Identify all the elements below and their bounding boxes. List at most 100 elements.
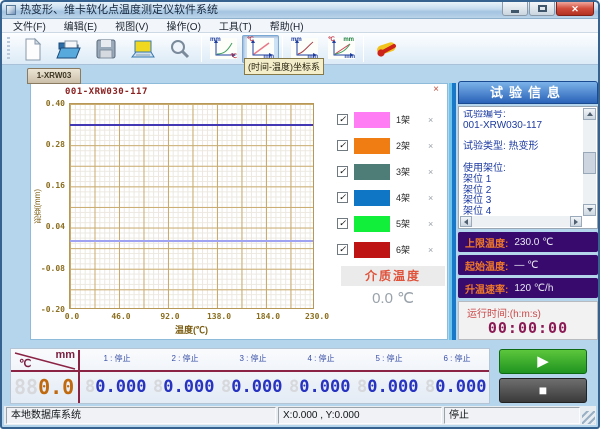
- mini-x-label: ℃: [230, 54, 237, 60]
- info-line: 001-XRW030-117: [463, 121, 581, 132]
- row-value: 120 ℃/h: [514, 283, 553, 294]
- channel-4: 4 : 停止 80.000: [288, 349, 354, 403]
- channel-display: 80.000: [85, 377, 146, 397]
- row-value: 230.0 ℃: [514, 237, 553, 248]
- y-tick: -0.08: [33, 264, 65, 273]
- channel-status: 5 : 停止: [356, 353, 422, 364]
- data-line-baseline: [70, 240, 313, 242]
- legend-swatch: [354, 242, 390, 258]
- new-file-button[interactable]: [13, 35, 50, 63]
- legend-checkbox[interactable]: ✓: [337, 114, 348, 125]
- info-line: 架位 1: [463, 175, 581, 186]
- channel-status: 1 : 停止: [84, 353, 150, 364]
- time-deform-chart-icon: mm min: [291, 38, 318, 59]
- x-tick: 46.0: [106, 312, 136, 321]
- legend-remove-icon[interactable]: ×: [428, 115, 433, 125]
- legend-checkbox[interactable]: ✓: [337, 218, 348, 229]
- check-icon: ✓: [339, 114, 347, 124]
- menu-help[interactable]: 帮助(H): [267, 18, 307, 33]
- ghost-digit: 8: [357, 377, 367, 397]
- minimize-icon: [511, 10, 519, 13]
- start-button[interactable]: ▶: [499, 349, 587, 374]
- combined-chart-icon: ℃ mm min: [328, 38, 355, 59]
- menu-tools[interactable]: 工具(T): [216, 18, 255, 33]
- vertical-scrollbar[interactable]: [583, 108, 596, 216]
- check-icon: ✓: [339, 244, 347, 254]
- stop-icon: ■: [539, 382, 547, 398]
- plot-area[interactable]: [69, 103, 314, 309]
- scrollbar-thumb[interactable]: [583, 152, 596, 174]
- menu-file[interactable]: 文件(F): [10, 18, 49, 33]
- open-file-button[interactable]: [50, 35, 87, 63]
- stop-button[interactable]: ■: [499, 378, 587, 403]
- legend-remove-icon[interactable]: ×: [428, 167, 433, 177]
- zoom-button[interactable]: [161, 35, 198, 63]
- x-tick: 92.0: [155, 312, 185, 321]
- status-database: 本地数据库系统: [6, 407, 276, 424]
- mini-x-label: min: [344, 54, 355, 60]
- app-icon: [6, 5, 16, 15]
- title-bar[interactable]: 热变形、维卡软化点温度测定仪软件系统 ✕: [2, 2, 598, 19]
- scroll-up-icon[interactable]: [583, 108, 596, 120]
- channel-status: 2 : 停止: [152, 353, 218, 364]
- save-button[interactable]: [87, 35, 124, 63]
- scroll-left-icon[interactable]: [460, 216, 472, 227]
- chart-panel: × 001-XRW030-117 形变(mm) 0.40 0.28 0.16 0…: [30, 83, 448, 340]
- legend-checkbox[interactable]: ✓: [337, 166, 348, 177]
- heating-rate-row: 升温速率: 120 ℃/h: [458, 278, 598, 298]
- scroll-right-icon[interactable]: [570, 216, 582, 227]
- channel-1: 1 : 停止 80.000: [84, 349, 150, 403]
- channel-status: 3 : 停止: [220, 353, 286, 364]
- legend-row: ✓ 5架 ×: [337, 215, 433, 232]
- legend-swatch: [354, 190, 390, 206]
- toolbar-grip[interactable]: [7, 37, 10, 61]
- legend-swatch: [354, 216, 390, 232]
- legend-checkbox[interactable]: ✓: [337, 192, 348, 203]
- open-folder-icon: [56, 37, 82, 61]
- ghost-digit: 8: [289, 377, 299, 397]
- check-icon: ✓: [339, 166, 347, 176]
- legend-remove-icon[interactable]: ×: [428, 141, 433, 151]
- play-icon: ▶: [537, 353, 549, 370]
- legend-checkbox[interactable]: ✓: [337, 140, 348, 151]
- minimize-button[interactable]: [502, 2, 528, 16]
- test-info-header: 试验信息: [458, 81, 598, 104]
- channel-value: 0.000: [299, 377, 350, 397]
- menu-edit[interactable]: 编辑(E): [61, 18, 100, 33]
- toolbar-separator: [363, 36, 364, 62]
- window-controls: ✕: [501, 2, 594, 16]
- menu-view[interactable]: 视图(V): [112, 18, 151, 33]
- close-button[interactable]: ✕: [556, 2, 594, 16]
- temperature-value: 0.0: [38, 375, 74, 399]
- report-button[interactable]: [124, 35, 161, 63]
- chart-close-icon[interactable]: ×: [433, 84, 439, 95]
- coord-deform-temp-button[interactable]: mm ℃: [205, 35, 242, 63]
- legend-checkbox[interactable]: ✓: [337, 244, 348, 255]
- scroll-down-icon[interactable]: [583, 204, 596, 216]
- menu-operate[interactable]: 操作(O): [163, 18, 203, 33]
- close-icon: ✕: [571, 3, 579, 15]
- legend-label: 5架: [396, 217, 418, 230]
- maximize-button[interactable]: [529, 2, 555, 16]
- horizontal-scrollbar[interactable]: [460, 216, 582, 227]
- legend-row: ✓ 2架 ×: [337, 137, 433, 154]
- check-icon: ✓: [339, 218, 347, 228]
- resize-grip[interactable]: [582, 411, 595, 424]
- thermometer-button[interactable]: [367, 35, 404, 63]
- mini-y-label: mm: [291, 37, 302, 43]
- channel-2: 2 : 停止 80.000: [152, 349, 218, 403]
- temp-unit-label: ℃: [19, 357, 31, 370]
- legend-remove-icon[interactable]: ×: [428, 193, 433, 203]
- status-run-state: 停止: [444, 407, 580, 424]
- document-tab[interactable]: 1-XRW03: [27, 68, 81, 84]
- y-tick: 0.04: [33, 222, 65, 231]
- channel-status: 6 : 停止: [424, 353, 490, 364]
- legend-remove-icon[interactable]: ×: [428, 245, 433, 255]
- row-value: — ℃: [514, 260, 538, 271]
- runtime-box: 运行时间:(h:m:s) 00:00:00: [458, 301, 598, 340]
- panel-splitter[interactable]: [449, 83, 456, 340]
- coord-combined-button[interactable]: ℃ mm min: [323, 35, 360, 63]
- report-laptop-icon: [130, 37, 156, 61]
- legend-remove-icon[interactable]: ×: [428, 219, 433, 229]
- deform-temp-chart-icon: mm ℃: [210, 38, 237, 59]
